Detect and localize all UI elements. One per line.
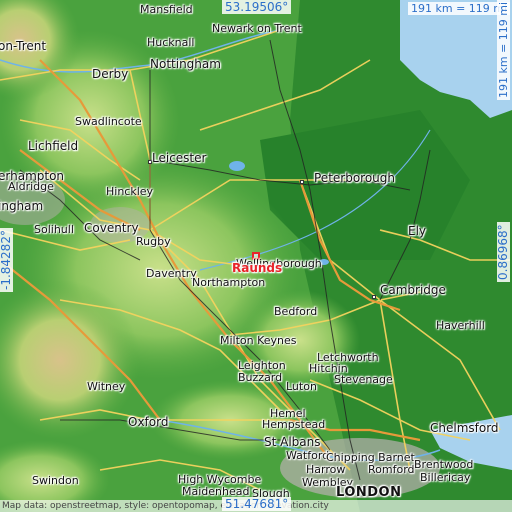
place-haverhill: Haverhill — [436, 319, 485, 332]
place-swadlincote: Swadlincote — [75, 115, 142, 128]
place-nottingham: Nottingham — [150, 57, 221, 71]
place-cambridge: Cambridge — [380, 283, 446, 297]
place-watford: Watford — [286, 449, 330, 462]
right-longitude-badge: 0.86968° — [496, 222, 510, 282]
top-latitude-badge: 53.19506° — [222, 0, 292, 14]
place-peterborough: Peterborough — [314, 171, 396, 185]
place-coventry: Coventry — [84, 221, 139, 235]
place-solihull: Solihull — [34, 223, 74, 236]
place-aldridge: Aldridge — [8, 180, 54, 193]
place-ely: Ely — [408, 224, 427, 238]
place-rugby: Rugby — [136, 235, 171, 248]
cambridge-dot — [372, 295, 376, 299]
horizontal-scale-badge: 191 km = 119 mi — [408, 2, 511, 15]
place-birmingham: ingham — [0, 199, 44, 213]
place-derby: Derby — [92, 67, 129, 81]
place-daventry: Daventry — [146, 267, 197, 280]
place-hucknall: Hucknall — [147, 36, 195, 49]
bottom-latitude-badge: 51.47681° — [222, 497, 292, 511]
place-oxford: Oxford — [128, 415, 169, 429]
place-chelmsford: Chelmsford — [430, 421, 499, 435]
map-view[interactable]: Mansfield Hucknall Newark on Trent on-Tr… — [0, 0, 512, 512]
place-stevenage: Stevenage — [334, 373, 393, 386]
place-miltonkeynes: Milton Keynes — [220, 334, 297, 347]
place-stoke: on-Trent — [0, 39, 47, 53]
place-billericay: Billericay — [420, 471, 471, 484]
place-hinckley: Hinckley — [106, 185, 154, 198]
place-newark: Newark on Trent — [212, 22, 302, 35]
left-longitude-badge: -1.84282° — [0, 228, 13, 292]
place-lichfield: Lichfield — [28, 139, 79, 153]
place-stalbans: St Albans — [264, 435, 321, 449]
place-london: LONDON — [336, 485, 402, 500]
place-leicester: Leicester — [152, 151, 207, 165]
place-harrow: Harrow — [306, 463, 346, 476]
place-brentwood: Brentwood — [414, 458, 474, 471]
place-swindon: Swindon — [32, 474, 79, 487]
place-romford: Romford — [368, 463, 415, 476]
place-hempstead: Hempstead — [262, 418, 326, 431]
place-buzzard: Buzzard — [238, 371, 283, 384]
place-northampton: Northampton — [192, 276, 266, 289]
place-witney: Witney — [87, 380, 126, 393]
place-mansfield: Mansfield — [140, 3, 193, 16]
place-bedford: Bedford — [274, 305, 318, 318]
place-raunds-label[interactable]: Raunds — [232, 262, 282, 274]
vertical-scale-badge: 191 km = 119 mi — [497, 0, 510, 100]
place-luton: Luton — [286, 380, 317, 393]
peterborough-dot — [300, 180, 304, 184]
